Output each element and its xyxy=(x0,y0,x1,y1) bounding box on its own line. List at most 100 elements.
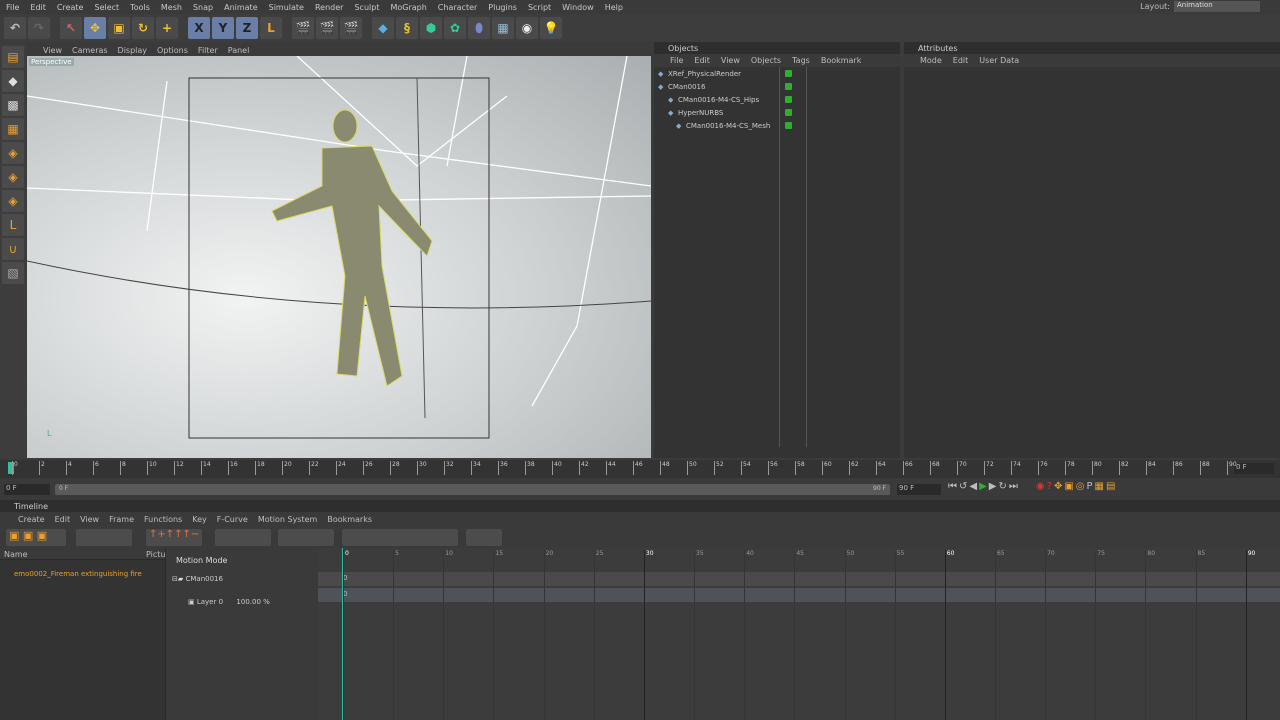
menu-mograph[interactable]: MoGraph xyxy=(390,3,426,12)
snap-icon[interactable]: ▧ xyxy=(2,262,24,284)
attributes-menu-user-data[interactable]: User Data xyxy=(979,56,1019,65)
menu-select[interactable]: Select xyxy=(94,3,119,12)
menu-tools[interactable]: Tools xyxy=(130,3,150,12)
key-tools[interactable] xyxy=(76,529,132,546)
min-frame-field[interactable]: 0 F xyxy=(4,484,50,495)
menu-sculpt[interactable]: Sculpt xyxy=(354,3,379,12)
timeline-menu-create[interactable]: Create xyxy=(18,515,45,524)
viewport-menu-display[interactable]: Display xyxy=(118,46,148,55)
object-item[interactable]: ◆ HyperNURBS xyxy=(654,106,900,119)
curve-buttons[interactable] xyxy=(278,529,334,546)
camera-icon[interactable]: ◉ xyxy=(516,17,538,39)
floor-icon[interactable]: ▦ xyxy=(492,17,514,39)
viewport-menu-view[interactable]: View xyxy=(43,46,62,55)
add-key-buttons[interactable]: ↑+↑↑↑− xyxy=(146,529,202,546)
viewport-menu-panel[interactable]: Panel xyxy=(228,46,250,55)
timeline-menu-f-curve[interactable]: F-Curve xyxy=(217,515,248,524)
live-selection-icon[interactable]: ↖ xyxy=(60,17,82,39)
menu-help[interactable]: Help xyxy=(605,3,623,12)
menu-simulate[interactable]: Simulate xyxy=(269,3,304,12)
previous-frame-icon[interactable]: ◀ xyxy=(969,481,977,492)
attributes-menu-mode[interactable]: Mode xyxy=(920,56,942,65)
add-icon[interactable]: + xyxy=(156,17,178,39)
next-frame-icon[interactable]: ▶ xyxy=(989,481,997,492)
render-settings-icon[interactable]: 🎬 xyxy=(340,17,362,39)
menu-animate[interactable]: Animate xyxy=(224,3,258,12)
timeline-menu-key[interactable]: Key xyxy=(192,515,207,524)
timeline-menu-frame[interactable]: Frame xyxy=(109,515,134,524)
frame-ruler[interactable]: 0 F 0 2 4 6 8 10 12 14 16 18 20 22 24 26 28 30 32 34 36 38 4… xyxy=(0,460,1280,478)
z-axis-icon[interactable]: Z xyxy=(236,17,258,39)
menu-render[interactable]: Render xyxy=(315,3,343,12)
timeline-icon[interactable]: ▤ xyxy=(1106,481,1115,492)
autokey-icon[interactable]: ? xyxy=(1047,481,1052,492)
timeline-menu-edit[interactable]: Edit xyxy=(55,515,71,524)
make-editable-icon[interactable]: ▤ xyxy=(2,46,24,68)
visibility-dot[interactable] xyxy=(785,96,792,103)
play-icon[interactable]: ▶ xyxy=(979,481,987,492)
menu-edit[interactable]: Edit xyxy=(30,3,46,12)
timeline-menu-view[interactable]: View xyxy=(80,515,99,524)
object-item[interactable]: ◆ XRef_PhysicalRender xyxy=(654,67,900,80)
record-rotation-icon[interactable]: ◎ xyxy=(1076,481,1085,492)
object-item[interactable]: ◆ CMan0016 xyxy=(654,80,900,93)
object-item[interactable]: ◆ CMan0016-M4-CS_Mesh xyxy=(654,119,900,132)
go-to-start-icon[interactable]: ⏮ xyxy=(948,481,957,492)
cube-icon[interactable]: ◆ xyxy=(372,17,394,39)
objects-menu-file[interactable]: File xyxy=(670,56,683,65)
record-pla-icon[interactable]: ▦ xyxy=(1095,481,1104,492)
max-frame-field[interactable]: 90 F xyxy=(897,484,941,495)
objects-menu-bookmark[interactable]: Bookmark xyxy=(821,56,862,65)
menu-script[interactable]: Script xyxy=(528,3,551,12)
model-mode-icon[interactable]: ◆ xyxy=(2,70,24,92)
object-item[interactable]: ◆ CMan0016-M4-CS_Hips xyxy=(654,93,900,106)
record-scale-icon[interactable]: ▣ xyxy=(1064,481,1073,492)
viewport-menu-options[interactable]: Options xyxy=(157,46,188,55)
visibility-dot[interactable] xyxy=(785,70,792,77)
points-mode-icon[interactable]: ◈ xyxy=(2,142,24,164)
texture-mode-icon[interactable]: ▩ xyxy=(2,94,24,116)
layout-selector[interactable]: Layout: Animation xyxy=(1140,1,1260,12)
name-column-header[interactable]: Name xyxy=(4,550,28,559)
menu-create[interactable]: Create xyxy=(57,3,84,12)
axis-icon[interactable]: L xyxy=(2,214,24,236)
objects-menu-tags[interactable]: Tags xyxy=(792,56,810,65)
view-mode-buttons[interactable]: ▣ ▣ ▣ xyxy=(6,529,66,546)
record-parameter-icon[interactable]: P xyxy=(1087,481,1093,492)
x-axis-icon[interactable]: X xyxy=(188,17,210,39)
next-key-icon[interactable]: ↻ xyxy=(999,481,1007,492)
visibility-dot[interactable] xyxy=(785,122,792,129)
viewport-menu-filter[interactable]: Filter xyxy=(198,46,218,55)
layout-dropdown[interactable]: Animation xyxy=(1174,1,1260,12)
array-icon[interactable]: ✿ xyxy=(444,17,466,39)
edges-mode-icon[interactable]: ◈ xyxy=(2,166,24,188)
redo-icon[interactable]: ↷ xyxy=(28,17,50,39)
snap-buttons[interactable] xyxy=(466,529,502,546)
move-icon[interactable]: ✥ xyxy=(84,17,106,39)
layer-weight[interactable]: 100.00 % xyxy=(236,598,269,606)
menu-snap[interactable]: Snap xyxy=(193,3,213,12)
record-keys-icon[interactable]: ◉ xyxy=(1036,481,1045,492)
track-layer[interactable]: ▣ Layer 0 100.00 % xyxy=(188,595,318,608)
previous-key-icon[interactable]: ↺ xyxy=(959,481,967,492)
magnet-icon[interactable]: ∪ xyxy=(2,238,24,260)
undo-icon[interactable]: ↶ xyxy=(4,17,26,39)
polygons-mode-icon[interactable]: ◈ xyxy=(2,190,24,212)
interpolation-buttons[interactable] xyxy=(215,529,271,546)
spline-icon[interactable]: § xyxy=(396,17,418,39)
y-axis-icon[interactable]: Y xyxy=(212,17,234,39)
menu-window[interactable]: Window xyxy=(562,3,594,12)
record-position-icon[interactable]: ✥ xyxy=(1054,481,1062,492)
light-icon[interactable]: 💡 xyxy=(540,17,562,39)
menu-file[interactable]: File xyxy=(6,3,19,12)
go-to-end-icon[interactable]: ⏭ xyxy=(1009,481,1018,492)
visibility-dot[interactable] xyxy=(785,109,792,116)
visibility-dot[interactable] xyxy=(785,83,792,90)
motion-buttons[interactable] xyxy=(342,529,458,546)
menu-mesh[interactable]: Mesh xyxy=(161,3,182,12)
objects-menu-edit[interactable]: Edit xyxy=(694,56,710,65)
render-picture-viewer-icon[interactable]: 🎬 xyxy=(316,17,338,39)
menu-plugins[interactable]: Plugins xyxy=(488,3,517,12)
viewport-menu-cameras[interactable]: Cameras xyxy=(72,46,108,55)
render-view-icon[interactable]: 🎬 xyxy=(292,17,314,39)
